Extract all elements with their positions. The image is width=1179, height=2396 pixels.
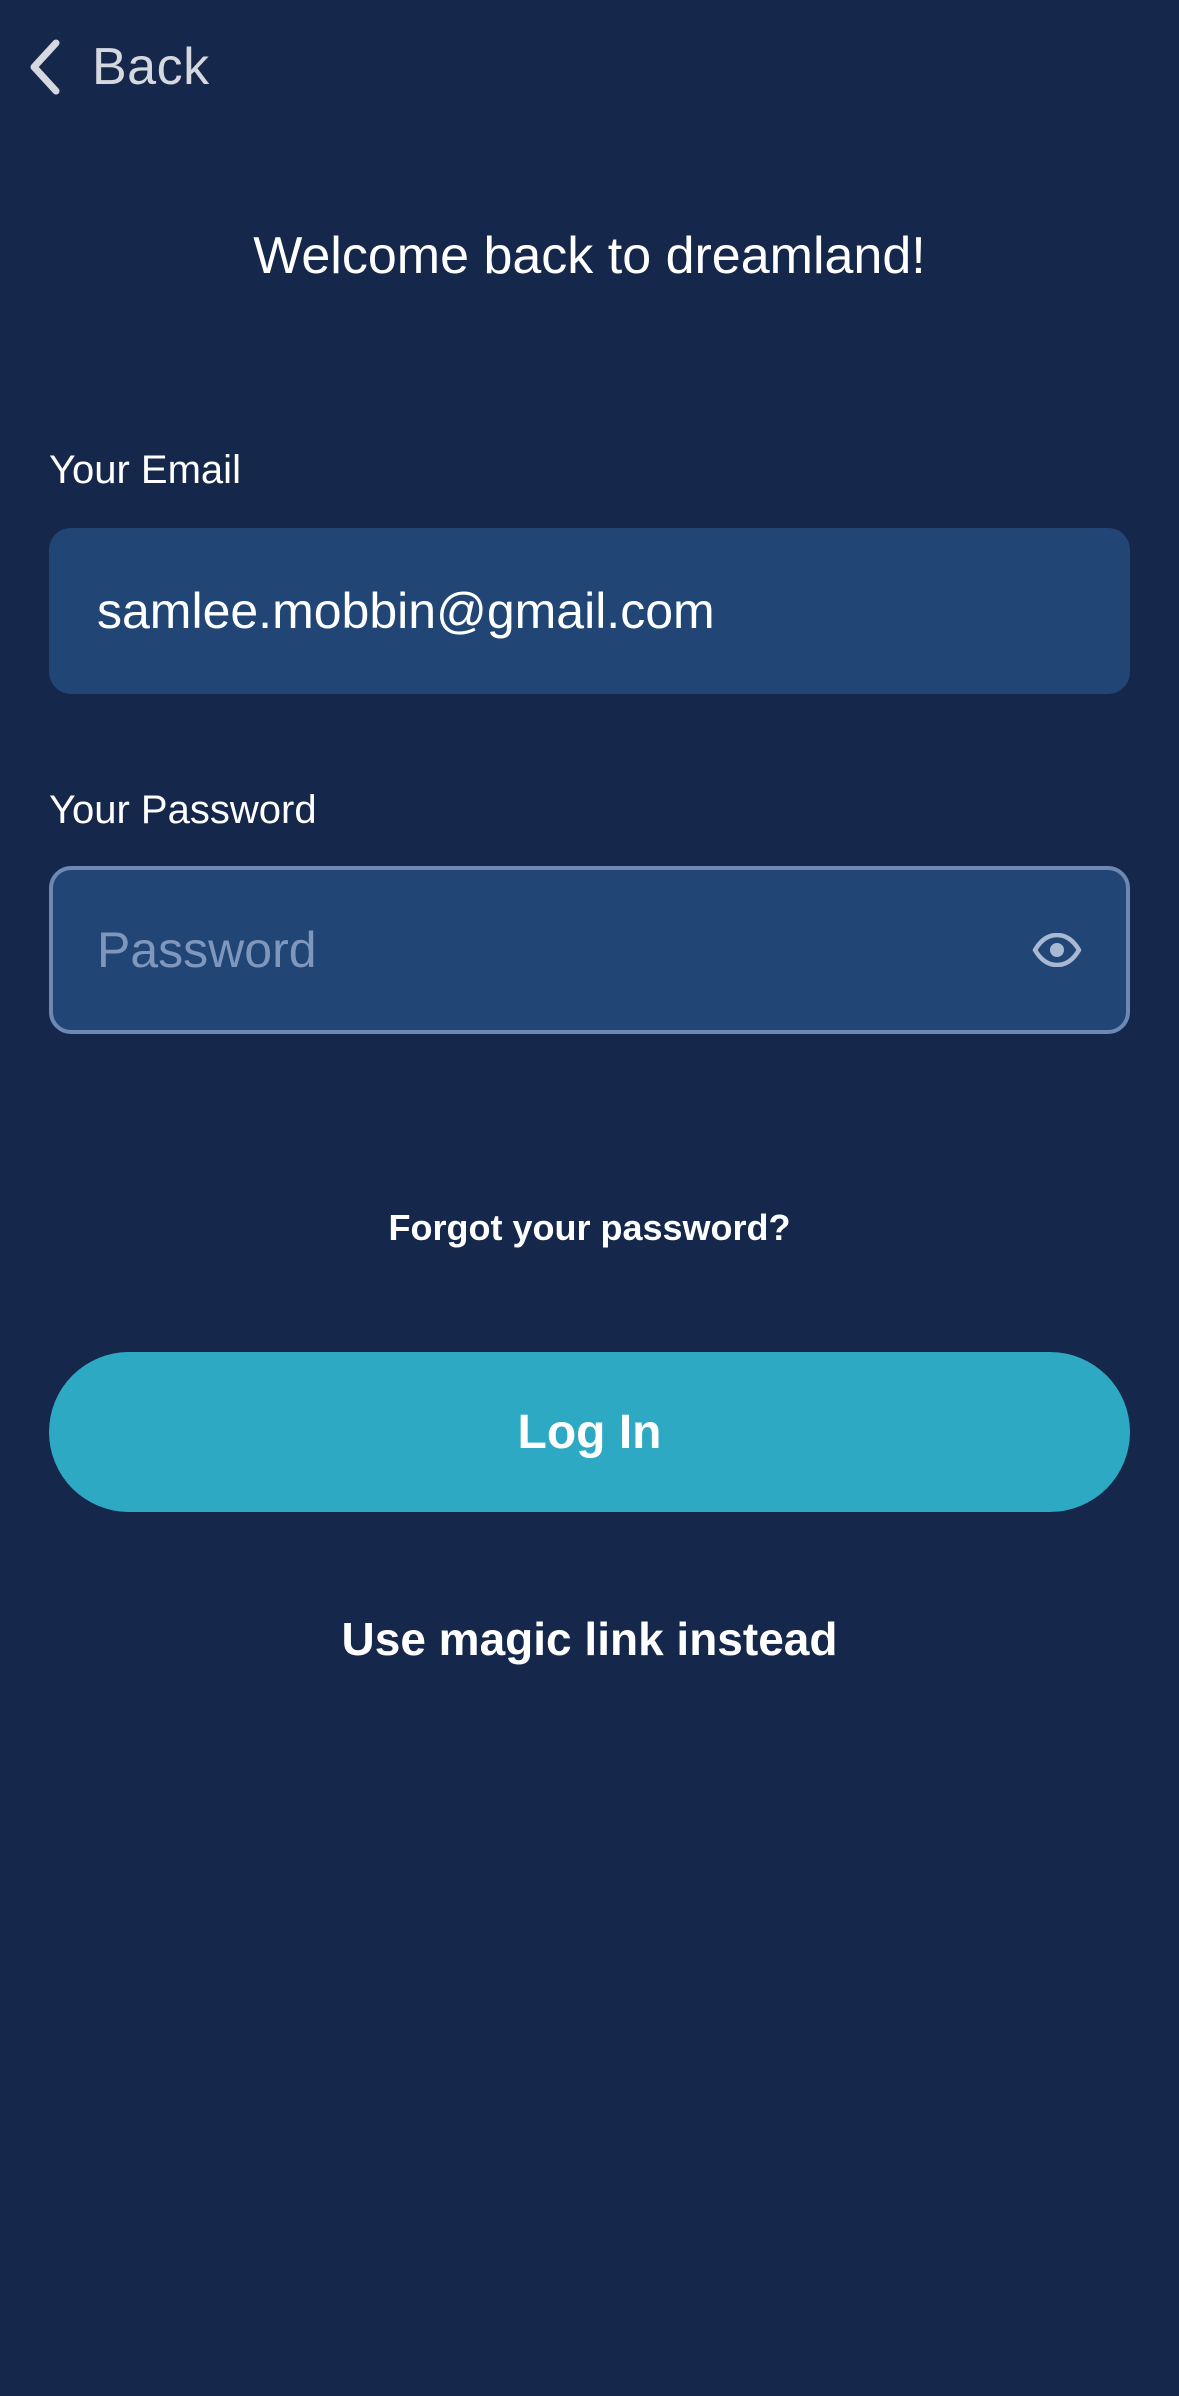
magic-link-button[interactable]: Use magic link instead bbox=[0, 1612, 1179, 1666]
chevron-left-icon bbox=[30, 39, 60, 95]
email-label: Your Email bbox=[49, 448, 241, 492]
eye-icon[interactable] bbox=[1032, 933, 1082, 967]
password-label: Your Password bbox=[49, 788, 317, 832]
login-screen: Back Welcome back to dreamland! Your Ema… bbox=[0, 0, 1179, 2396]
email-value: samlee.mobbin@gmail.com bbox=[97, 583, 715, 639]
email-field[interactable]: samlee.mobbin@gmail.com bbox=[49, 528, 1130, 694]
password-field[interactable]: Password bbox=[49, 866, 1130, 1034]
page-title: Welcome back to dreamland! bbox=[253, 227, 926, 285]
forgot-password-link[interactable]: Forgot your password? bbox=[0, 1207, 1179, 1249]
back-label: Back bbox=[92, 38, 210, 96]
login-button[interactable]: Log In bbox=[49, 1352, 1130, 1512]
back-button[interactable]: Back bbox=[24, 34, 210, 100]
password-placeholder: Password bbox=[97, 922, 317, 978]
